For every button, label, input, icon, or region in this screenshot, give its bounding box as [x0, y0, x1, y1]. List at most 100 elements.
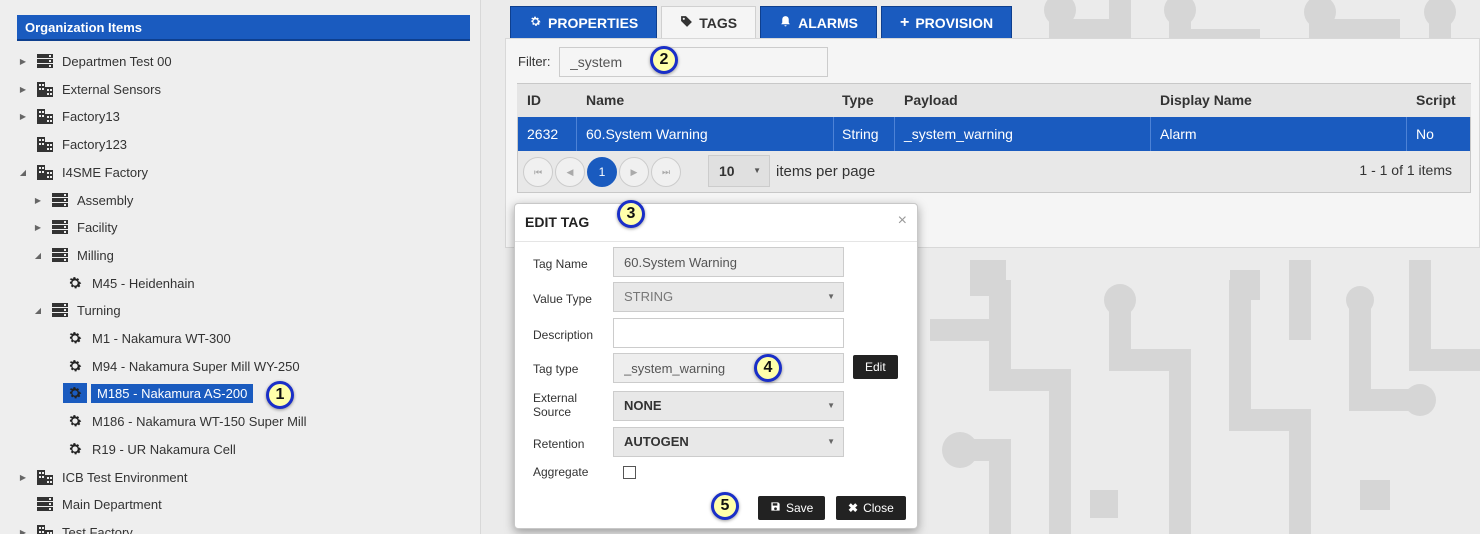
- last-page-button[interactable]: ⏭: [651, 157, 681, 187]
- gear-icon: [66, 441, 84, 457]
- callout-badge: 1: [266, 381, 294, 409]
- caret-right-icon[interactable]: ▶: [18, 85, 28, 94]
- items-per-page-label: items per page: [776, 163, 876, 180]
- tree-item[interactable]: Factory123: [18, 133, 127, 155]
- tree-item[interactable]: M186 - Nakamura WT-150 Super Mill: [48, 410, 307, 432]
- current-page-button[interactable]: 1: [587, 157, 617, 187]
- tab-properties[interactable]: PROPERTIES: [510, 6, 658, 38]
- caret-right-icon[interactable]: ▶: [18, 57, 28, 66]
- column-divider: [576, 117, 577, 151]
- external-source-label: External Source: [533, 391, 578, 419]
- tree-item[interactable]: M94 - Nakamura Super Mill WY-250: [48, 355, 300, 377]
- external-source-select[interactable]: NONE ▼: [613, 391, 844, 421]
- description-label: Description: [533, 328, 594, 342]
- tree-item-label: Main Department: [62, 496, 162, 512]
- close-button[interactable]: ✖ Close: [836, 496, 906, 520]
- building-icon: [36, 108, 54, 124]
- column-header-script[interactable]: Script: [1416, 84, 1456, 117]
- retention-select[interactable]: AUTOGEN ▼: [613, 427, 844, 457]
- callout-badge: 3: [617, 200, 645, 228]
- table-row[interactable]: 2632 60.System Warning String _system_wa…: [518, 117, 1470, 151]
- caret-right-icon[interactable]: ▶: [18, 473, 28, 482]
- caret-right-icon[interactable]: ▶: [18, 528, 28, 534]
- edit-tag-type-button[interactable]: Edit: [853, 355, 898, 379]
- column-header-id[interactable]: ID: [527, 84, 541, 117]
- save-button[interactable]: Save: [758, 496, 826, 520]
- cell-script: No: [1416, 126, 1434, 142]
- close-icon[interactable]: ×: [898, 212, 907, 230]
- tag-type-label: Tag type: [533, 362, 579, 376]
- callout-badge: 2: [650, 46, 678, 74]
- aggregate-label: Aggregate: [533, 465, 589, 479]
- tree-item-label: M186 - Nakamura WT-150 Super Mill: [92, 413, 307, 429]
- tree-item[interactable]: R19 - UR Nakamura Cell: [48, 438, 236, 460]
- tree-item[interactable]: ▶ Assembly: [33, 189, 133, 211]
- tree-item[interactable]: ◢ Milling: [33, 244, 114, 266]
- column-header-payload[interactable]: Payload: [904, 84, 958, 117]
- filter-input[interactable]: [559, 47, 828, 77]
- aggregate-checkbox[interactable]: [623, 466, 636, 479]
- chevron-down-icon: ▼: [827, 401, 835, 410]
- tree-item-label: I4SME Factory: [62, 164, 148, 180]
- grid-header: ID Name Type Payload Display Name Script: [517, 84, 1471, 117]
- first-page-button[interactable]: ⏮: [523, 157, 553, 187]
- column-header-type[interactable]: Type: [842, 84, 874, 117]
- tree-item-label: M185 - Nakamura AS-200: [91, 383, 254, 403]
- organization-panel: Organization Items ▶ Departmen Test 00 ▶ Ex…: [0, 0, 481, 534]
- gear-icon: [529, 15, 542, 31]
- column-header-display-name[interactable]: Display Name: [1160, 84, 1252, 117]
- prev-page-button[interactable]: ◀: [555, 157, 585, 187]
- tree-item[interactable]: M185 - Nakamura AS-200: [48, 382, 254, 404]
- column-header-name[interactable]: Name: [586, 84, 624, 117]
- tree-item[interactable]: ◢ Turning: [33, 299, 121, 321]
- tree-item[interactable]: M1 - Nakamura WT-300: [48, 327, 231, 349]
- tree-item-label: Factory123: [62, 136, 128, 152]
- cell-display-name: Alarm: [1160, 126, 1197, 142]
- tree-item[interactable]: ▶ Test Factory: [18, 521, 133, 534]
- close-label: Close: [863, 501, 894, 515]
- page-size-select[interactable]: 10 ▼: [708, 155, 770, 187]
- server-icon: [36, 53, 54, 69]
- retention-value: AUTOGEN: [624, 434, 689, 449]
- edit-tag-dialog: EDIT TAG × Tag Name Value Type STRING ▼ …: [514, 203, 918, 529]
- caret-right-icon[interactable]: ▶: [33, 223, 43, 232]
- tree-item[interactable]: M45 - Heidenhain: [48, 272, 195, 294]
- tree-item[interactable]: ▶ Factory13: [18, 105, 120, 127]
- tree-item[interactable]: ▶ External Sensors: [18, 78, 161, 100]
- tab-properties-label: PROPERTIES: [548, 14, 639, 31]
- chevron-down-icon: ▼: [827, 292, 835, 301]
- tree-item[interactable]: ▶ Departmen Test 00: [18, 50, 172, 72]
- caret-down-icon[interactable]: ◢: [18, 168, 28, 177]
- x-icon: ✖: [848, 501, 859, 515]
- retention-label: Retention: [533, 437, 585, 451]
- tab-bar: PROPERTIES TAGS ALARMS + PROVISION: [510, 6, 1013, 38]
- next-page-button[interactable]: ▶: [619, 157, 649, 187]
- tree-item-label: ICB Test Environment: [62, 469, 188, 485]
- tab-alarms[interactable]: ALARMS: [760, 6, 877, 38]
- caret-down-icon[interactable]: ◢: [33, 251, 43, 260]
- description-input[interactable]: [613, 318, 844, 348]
- plus-icon: +: [900, 13, 910, 31]
- caret-down-icon[interactable]: ◢: [33, 306, 43, 315]
- column-divider: [1150, 117, 1151, 151]
- tag-type-input[interactable]: [613, 353, 844, 383]
- tab-provision[interactable]: + PROVISION: [881, 6, 1013, 38]
- value-type-label: Value Type: [533, 292, 592, 306]
- tree-item-label: M94 - Nakamura Super Mill WY-250: [92, 358, 300, 374]
- column-divider: [1406, 117, 1407, 151]
- tree-item[interactable]: ▶ ICB Test Environment: [18, 466, 187, 488]
- tree-item[interactable]: ◢ I4SME Factory: [18, 161, 148, 183]
- tree-item[interactable]: ▶ Facility: [33, 216, 118, 238]
- tag-name-input[interactable]: [613, 247, 844, 277]
- cell-id: 2632: [527, 126, 559, 142]
- tree-item-label: External Sensors: [62, 81, 161, 97]
- caret-right-icon[interactable]: ▶: [33, 196, 43, 205]
- cell-payload: _system_warning: [904, 126, 1013, 142]
- tab-tags[interactable]: TAGS: [661, 6, 757, 38]
- page-info: 1 - 1 of 1 items: [1359, 162, 1452, 178]
- caret-right-icon[interactable]: ▶: [18, 112, 28, 121]
- value-type-select[interactable]: STRING ▼: [613, 282, 844, 312]
- tree-item-label: Test Factory: [62, 524, 133, 534]
- tree-item[interactable]: Main Department: [18, 493, 162, 515]
- tag-name-label: Tag Name: [533, 257, 588, 271]
